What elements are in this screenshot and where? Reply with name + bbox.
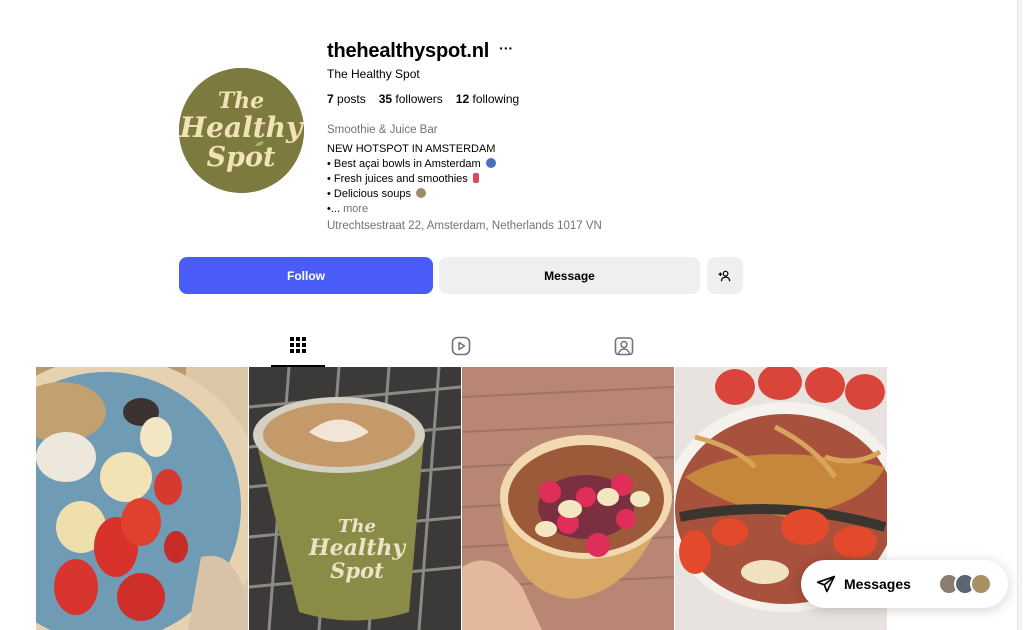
tab-posts[interactable] [271,336,325,367]
messages-drawer-button[interactable]: Messages [801,560,1008,608]
blueberry-emoji-icon [485,158,496,168]
logo-line-3: Spot [207,142,276,173]
profile-bio: NEW HOTSPOT IN AMSTERDAM • Best açai bow… [327,142,496,217]
profile-full-name: The Healthy Spot [327,67,420,81]
acai-bowl-photo [462,367,674,630]
bio-line: NEW HOTSPOT IN AMSTERDAM [327,143,496,155]
profile-address[interactable]: Utrechtsestraat 22, Amsterdam, Netherlan… [327,220,602,232]
post-thumbnail[interactable]: The Healthy Spot [249,367,461,630]
following-stat[interactable]: 12 following [456,92,519,106]
message-avatars [938,573,992,595]
avatar [970,573,992,595]
logo-line-2: Healthy [179,111,304,144]
person-plus-icon [718,270,731,281]
suggested-accounts-button[interactable] [707,257,743,294]
following-count: 12 [455,92,470,106]
cup-logo-line-1: The [338,516,376,537]
followers-label: followers [395,92,443,106]
profile-category: Smoothie & Juice Bar [327,124,438,136]
post-thumbnail[interactable] [36,367,248,630]
tagged-icon [614,337,634,356]
bio-more-link[interactable]: more [343,203,368,215]
bio-line: • Fresh juices and smoothies [327,173,468,185]
tab-reels[interactable] [434,336,488,367]
message-button[interactable]: Message [439,257,700,294]
username-row: thehealthyspot.nl ··· [327,38,513,64]
posts-label: posts [337,92,366,106]
followers-stat[interactable]: 35 followers [379,92,443,106]
smoothie-bowl-photo [36,367,248,630]
tab-tagged[interactable] [597,336,651,367]
bio-line: •... [327,203,341,215]
post-thumbnail[interactable] [462,367,674,630]
posts-count: 7 [327,92,334,106]
more-options-button[interactable]: ··· [499,41,513,61]
messages-label: Messages [844,576,911,592]
profile-avatar[interactable]: The Healthy Spot [179,68,304,193]
page-scrollbar[interactable] [1017,0,1023,630]
profile-username: thehealthyspot.nl [327,39,490,62]
posts-grid: The Healthy Spot [36,367,887,630]
bio-line: • Delicious soups [327,188,411,200]
posts-stat: 7 posts [327,92,366,106]
juice-emoji-icon [472,173,479,183]
send-icon [816,575,836,593]
followers-count: 35 [378,92,393,106]
grid-icon [290,337,306,353]
healthy-spot-logo: The Healthy Spot [179,68,304,193]
soup-emoji-icon [416,188,427,198]
latte-cup-photo: The Healthy Spot [249,367,461,630]
follow-button[interactable]: Follow [179,257,433,294]
cup-logo-line-3: Spot [330,558,384,583]
reels-icon [451,336,471,356]
following-label: following [472,92,520,106]
profile-stats: 7 posts 35 followers 12 following [327,92,519,106]
bio-line: • Best açai bowls in Amsterdam [327,158,481,170]
